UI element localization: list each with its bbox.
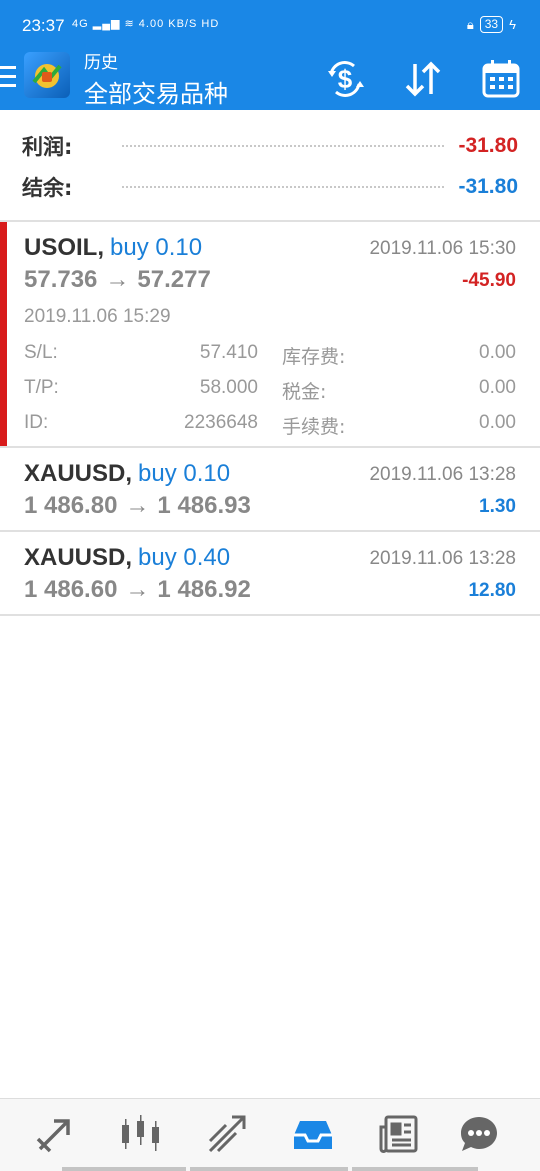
battery-level: 33 (479, 16, 504, 33)
trade-symbol: USOIL, buy 0.10 (24, 234, 202, 262)
calendar-icon[interactable] (480, 58, 522, 100)
swap-label: 库存费: (282, 346, 346, 368)
trade-icon[interactable] (206, 1113, 248, 1155)
id-label: ID: (24, 412, 49, 433)
dotted-leader (122, 145, 445, 147)
trade-prices: 1 486.80 → 1 486.93 (24, 492, 251, 520)
balance-row: 结余: -31.80 (22, 167, 518, 207)
trade-prices: 1 486.60 → 1 486.92 (24, 576, 251, 604)
arrow-right-icon: → (125, 492, 150, 519)
page-title[interactable]: 全部交易品种 (84, 74, 228, 109)
commission-label: 手续费: (282, 416, 346, 438)
chat-icon[interactable] (458, 1113, 500, 1155)
trade-symbol: XAUUSD, buy 0.40 (24, 544, 230, 572)
trade-row[interactable]: XAUUSD, buy 0.10 2019.11.06 13:28 1 486.8… (0, 448, 540, 532)
lock-icon: 🔒︎ (466, 16, 474, 32)
profit-row: 利润: -31.80 (22, 126, 518, 166)
quotes-icon[interactable] (34, 1113, 76, 1155)
symbol-name: XAUUSD, (24, 544, 133, 571)
status-bar: 23:37 4G ▂▄▆ ≋ 4.00 KB/S HD 🔒︎ 33 ϟ (0, 0, 540, 52)
close-price: 57.277 (137, 266, 211, 293)
sort-arrows-icon[interactable] (402, 58, 444, 100)
trade-row[interactable]: USOIL, buy 0.10 2019.11.06 15:30 57.736 → 5… (0, 222, 540, 448)
detail-row-id: ID: 2236648 手续费: 0.00 (24, 412, 516, 442)
currency-exchange-icon[interactable]: $ (324, 58, 366, 100)
open-price: 57.736 (24, 266, 98, 293)
close-time: 2019.11.06 13:28 (369, 464, 516, 485)
status-time: 23:37 (22, 16, 65, 35)
balance-label: 结余: (22, 176, 73, 200)
sl-label: S/L: (24, 342, 58, 363)
trade-type: buy 0.10 (110, 234, 203, 261)
trade-row[interactable]: XAUUSD, buy 0.40 2019.11.06 13:28 1 486.6… (0, 532, 540, 616)
open-price: 1 486.60 (24, 576, 118, 603)
dotted-leader (122, 186, 445, 188)
network-type: 4G (72, 18, 89, 30)
tp-value: 58.000 (199, 377, 258, 398)
charging-icon: ϟ (509, 17, 516, 32)
menu-icon[interactable] (0, 66, 16, 88)
commission-value: 0.00 (479, 412, 516, 433)
open-price: 1 486.80 (24, 492, 118, 519)
nav-gesture-indicator (62, 1167, 186, 1171)
summary-panel: 利润: -31.80 结余: -31.80 (0, 112, 540, 222)
trade-profit: 12.80 (468, 580, 516, 601)
hd-indicator: HD (201, 18, 220, 30)
close-price: 1 486.93 (157, 492, 251, 519)
battery-area: 🔒︎ 33 ϟ (467, 16, 516, 33)
page-subtitle: 历史 (84, 53, 118, 73)
trade-symbol: XAUUSD, buy 0.10 (24, 460, 230, 488)
selected-indicator (0, 222, 7, 446)
detail-row-sl: S/L: 57.410 库存费: 0.00 (24, 342, 516, 372)
sl-value: 57.410 (199, 342, 258, 363)
bottom-navigation (0, 1098, 540, 1171)
close-price: 1 486.92 (157, 576, 251, 603)
metatrader-logo-icon (24, 52, 70, 98)
symbol-name: USOIL, (24, 234, 105, 261)
profit-value: -31.80 (458, 134, 518, 157)
chart-candles-icon[interactable] (120, 1113, 162, 1155)
arrow-right-icon: → (125, 576, 150, 603)
svg-text:$: $ (338, 64, 353, 94)
tax-value: 0.00 (479, 377, 516, 398)
detail-row-tp: T/P: 58.000 税金: 0.00 (24, 377, 516, 407)
trade-prices: 57.736 → 57.277 (24, 266, 211, 294)
nav-gesture-indicator (352, 1167, 478, 1171)
network-speed: 4.00 KB/S (138, 18, 198, 30)
open-time: 2019.11.06 15:29 (24, 306, 171, 327)
news-icon[interactable] (378, 1113, 420, 1155)
app-bar: 历史 全部交易品种 $ (0, 52, 540, 110)
close-time: 2019.11.06 15:30 (369, 238, 516, 259)
balance-value: -31.80 (458, 175, 518, 198)
tp-label: T/P: (24, 377, 59, 398)
trade-profit: 1.30 (479, 496, 516, 517)
symbol-name: XAUUSD, (24, 460, 133, 487)
swap-value: 0.00 (479, 342, 516, 363)
trade-type: buy 0.10 (138, 460, 231, 487)
nav-gesture-indicator (190, 1167, 348, 1171)
profit-label: 利润: (22, 135, 73, 159)
arrow-right-icon: → (105, 266, 130, 293)
trade-type: buy 0.40 (138, 544, 231, 571)
tax-label: 税金: (282, 381, 327, 403)
id-value: 2236648 (184, 412, 258, 433)
signal-icon: 4G ▂▄▆ ≋ 4.00 KB/S HD (72, 18, 220, 30)
history-inbox-icon[interactable] (292, 1113, 334, 1155)
close-time: 2019.11.06 13:28 (369, 548, 516, 569)
trade-profit: -45.90 (462, 270, 516, 291)
